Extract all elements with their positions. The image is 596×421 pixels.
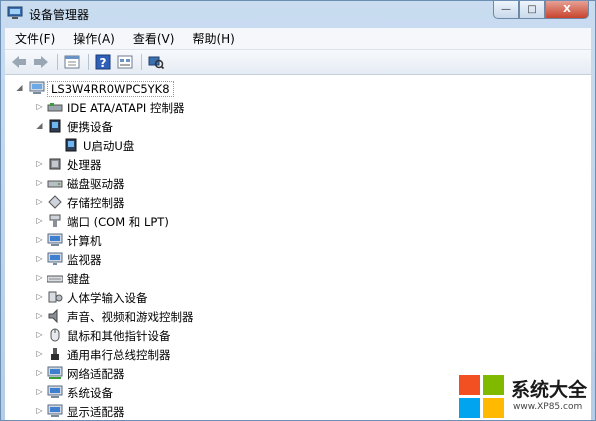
tree-item[interactable]: ▷ 端口 (COM 和 LPT) [5,212,425,231]
tree-item-label[interactable]: 显示适配器 [67,404,125,420]
device-tree[interactable]: ◢ LS3W4RR0WPC5YK8 ▷ IDE ATA/ATAPI 控制器 ◢ 便携设… [5,75,591,420]
tree-item-label[interactable]: 监视器 [67,252,102,268]
device-manager-window: 设备管理器 — □ X 文件(F) 操作(A) 查看(V) 帮助(H) ? ◢ … [0,0,596,421]
expand-arrow-icon[interactable]: ▷ [35,368,44,377]
tree-item[interactable]: ▷ IDE ATA/ATAPI 控制器 [5,98,425,117]
toolbar-separator [57,54,58,70]
expand-arrow-icon[interactable]: ▷ [35,292,44,301]
storage-controller-icon [48,195,62,209]
menu-file[interactable]: 文件(F) [5,30,63,47]
expand-arrow-icon[interactable]: ▷ [35,330,44,339]
tree-item[interactable]: ◢ 便携设备 [5,117,425,136]
tree-item-label[interactable]: 键盘 [67,271,90,287]
tree-item-label[interactable]: 系统设备 [67,385,113,401]
computer-icon [29,81,45,94]
svg-text:?: ? [100,56,107,70]
close-button[interactable]: X [545,1,589,19]
disk-drive-icon [47,180,63,188]
menu-help[interactable]: 帮助(H) [182,30,242,47]
port-icon [49,214,61,227]
tree-item-label[interactable]: 处理器 [67,157,102,173]
usb-controller-icon [51,348,59,360]
tree-item-label[interactable]: 计算机 [67,233,102,249]
keyboard-icon [47,275,63,283]
sound-icon [48,309,58,323]
expand-arrow-icon[interactable]: ▷ [35,273,44,282]
tree-item-label[interactable]: 磁盘驱动器 [67,176,125,192]
watermark: 系统大全 www.XP85.com [459,373,595,420]
system-device-icon [47,385,63,398]
tree-item[interactable]: ▷ 鼠标和其他指针设备 [5,326,425,345]
toolbar: ? [5,50,591,75]
maximize-button[interactable]: □ [519,1,545,19]
hid-icon [48,291,63,303]
tree-item[interactable]: ▷ 存储控制器 [5,193,425,212]
tree-item-label[interactable]: 通用串行总线控制器 [67,347,171,363]
network-adapter-icon [47,366,63,379]
view-icon[interactable] [115,53,135,71]
minimize-button[interactable]: — [493,1,519,19]
tree-item[interactable]: ▷ 网络适配器 [5,364,425,383]
expand-arrow-icon[interactable]: ▷ [35,235,44,244]
title-bar[interactable]: 设备管理器 — □ X [1,1,595,27]
portable-device-icon [49,119,61,133]
tree-item[interactable]: ▷ 显示适配器 [5,402,425,420]
help-icon[interactable]: ? [93,53,113,71]
windows-logo-icon [459,375,504,418]
scan-hardware-icon[interactable] [146,53,166,71]
expand-arrow-icon[interactable]: ▷ [35,178,44,187]
forward-arrow-icon[interactable] [31,53,51,71]
tree-root[interactable]: ◢ LS3W4RR0WPC5YK8 [5,79,305,98]
tree-item-label[interactable]: 声音、视频和游戏控制器 [67,309,194,325]
tree-item[interactable]: ▷ 系统设备 [5,383,425,402]
tree-item[interactable]: ▷ 通用串行总线控制器 [5,345,425,364]
toolbar-separator [88,54,89,70]
tree-item[interactable]: ▷ 人体学输入设备 [5,288,425,307]
properties-icon[interactable] [62,53,82,71]
mouse-icon [50,328,60,342]
tree-item-label[interactable]: 存储控制器 [67,195,125,211]
tree-item[interactable]: ▷ 处理器 [5,155,425,174]
expand-arrow-icon[interactable]: ▷ [35,216,44,225]
watermark-text: 系统大全 [511,379,588,401]
collapse-arrow-icon[interactable]: ◢ [15,83,24,92]
menu-view[interactable]: 查看(V) [123,30,183,47]
tree-item-label[interactable]: 人体学输入设备 [67,290,148,306]
menu-bar: 文件(F) 操作(A) 查看(V) 帮助(H) [5,28,591,50]
usb-drive-icon [65,138,77,152]
display-adapter-icon [47,404,63,417]
expand-arrow-icon[interactable]: ▷ [35,102,44,111]
tree-item-label[interactable]: IDE ATA/ATAPI 控制器 [67,100,184,116]
tree-item[interactable]: ▷ 磁盘驱动器 [5,174,425,193]
tree-item[interactable]: ▷ 监视器 [5,250,425,269]
tree-item-label[interactable]: 端口 (COM 和 LPT) [67,214,169,230]
root-computer-label[interactable]: LS3W4RR0WPC5YK8 [47,81,174,97]
back-arrow-icon[interactable] [9,53,29,71]
window-title: 设备管理器 [29,8,90,22]
expand-arrow-icon[interactable]: ▷ [35,406,44,415]
expand-arrow-icon[interactable]: ▷ [35,254,44,263]
tree-item-label[interactable]: 鼠标和其他指针设备 [67,328,171,344]
expand-arrow-icon[interactable]: ▷ [35,387,44,396]
computer-icon [47,233,63,246]
tree-item[interactable]: ▷ 计算机 [5,231,425,250]
expand-arrow-icon[interactable]: ▷ [35,349,44,358]
monitor-icon [47,252,63,265]
collapse-arrow-icon[interactable]: ◢ [35,121,44,130]
processor-icon [49,158,61,170]
tree-item[interactable]: ▷ 键盘 [5,269,425,288]
expand-arrow-icon[interactable]: ▷ [35,159,44,168]
menu-action[interactable]: 操作(A) [63,30,123,47]
tree-item-label[interactable]: 网络适配器 [67,366,125,382]
tree-item-label[interactable]: U启动U盘 [83,138,134,154]
watermark-url: www.XP85.com [513,402,583,412]
toolbar-separator [141,54,142,70]
expand-arrow-icon[interactable]: ▷ [35,311,44,320]
ide-controller-icon [47,103,63,112]
tree-item-label[interactable]: 便携设备 [67,119,113,135]
device-manager-icon [7,6,23,19]
tree-item[interactable]: ▷ 声音、视频和游戏控制器 [5,307,425,326]
tree-child-item[interactable]: U启动U盘 [5,136,425,155]
expand-arrow-icon[interactable]: ▷ [35,197,44,206]
